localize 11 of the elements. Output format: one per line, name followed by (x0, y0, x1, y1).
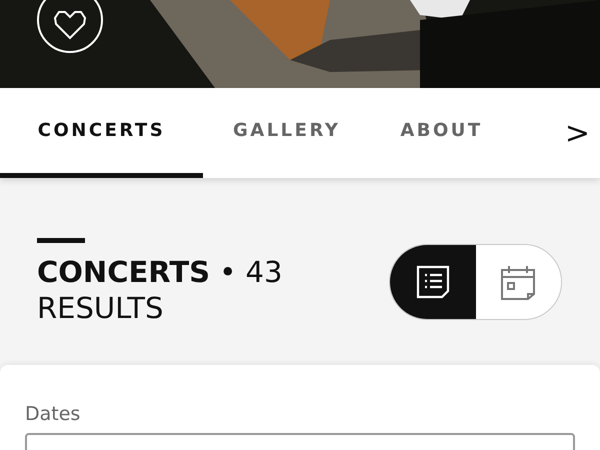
calendar-icon (500, 264, 536, 300)
tab[interactable]: CONCERTS (0, 88, 203, 178)
list-icon (416, 265, 450, 299)
results-heading: CONCERTS • 43 RESULTS (37, 254, 284, 326)
favorite-button[interactable] (37, 0, 103, 53)
dates-label: Dates (25, 403, 80, 425)
tab[interactable]: ABOUT (370, 88, 513, 178)
next-tabs-button[interactable]: > (554, 116, 600, 150)
heart-icon (53, 10, 87, 40)
list-view-button[interactable] (390, 245, 476, 319)
tab[interactable]: GALLERY (203, 88, 370, 178)
